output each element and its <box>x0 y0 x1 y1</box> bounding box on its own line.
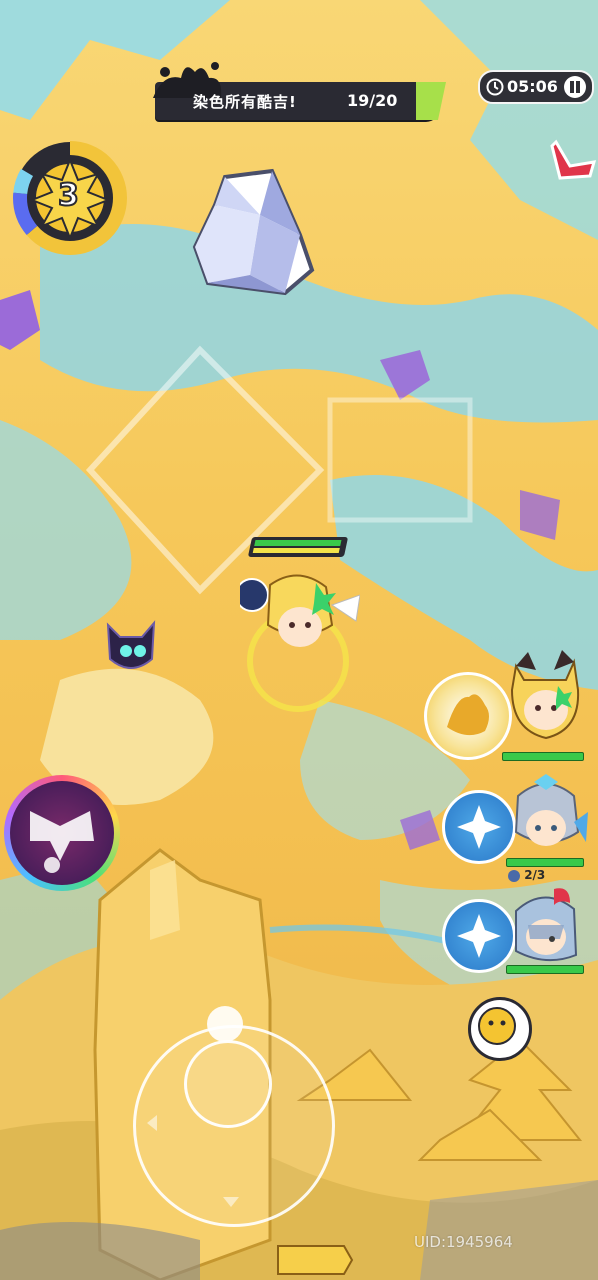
uid-label: UID:1945964 <box>414 1233 513 1251</box>
party-counter-text: 2/3 <box>524 868 546 882</box>
burst-skill-icon[interactable] <box>424 672 512 760</box>
party-counter: 2/3 <box>508 868 545 882</box>
player-hp-bar <box>247 537 349 557</box>
level-number: 3 <box>57 177 80 214</box>
mission-text: 染色所有酷吉! <box>193 93 297 111</box>
mission-progress: 19/20 <box>347 91 398 110</box>
party-member-3-hp-bar <box>506 965 584 974</box>
mission-banner: 染色所有酷吉! 19/20 <box>153 62 446 120</box>
party-portrait-1 <box>510 650 580 740</box>
party-portrait-3 <box>515 888 578 962</box>
party-member-3[interactable] <box>440 885 592 985</box>
party-member-1-hp-bar <box>502 752 584 761</box>
signpost <box>277 1245 354 1275</box>
pause-button[interactable] <box>564 76 586 98</box>
emote-button[interactable] <box>468 997 532 1061</box>
emote-icon <box>478 1007 516 1045</box>
party-portrait-2 <box>514 774 588 846</box>
level-badge: 3 <box>8 140 134 260</box>
party-member-2[interactable] <box>440 772 592 872</box>
party-member-1[interactable] <box>420 650 592 762</box>
direction-arrow-icon[interactable] <box>550 132 598 180</box>
party-member-2-hp-bar <box>506 858 584 867</box>
virtual-joystick[interactable] <box>133 1006 335 1227</box>
ultimate-skill-icon <box>30 811 94 873</box>
joystick-arrows-icon <box>147 1115 239 1207</box>
timer-text: 05:06 <box>507 77 558 96</box>
clock-icon <box>486 78 504 96</box>
enemy-kuji <box>106 620 156 669</box>
crystal-rock <box>192 168 315 296</box>
ultimate-skill-button[interactable] <box>4 775 120 891</box>
match-timer: 05:06 <box>478 70 594 104</box>
party-counter-icon <box>508 869 520 882</box>
player-character <box>240 535 360 712</box>
mission-tail-decoration <box>416 82 446 120</box>
